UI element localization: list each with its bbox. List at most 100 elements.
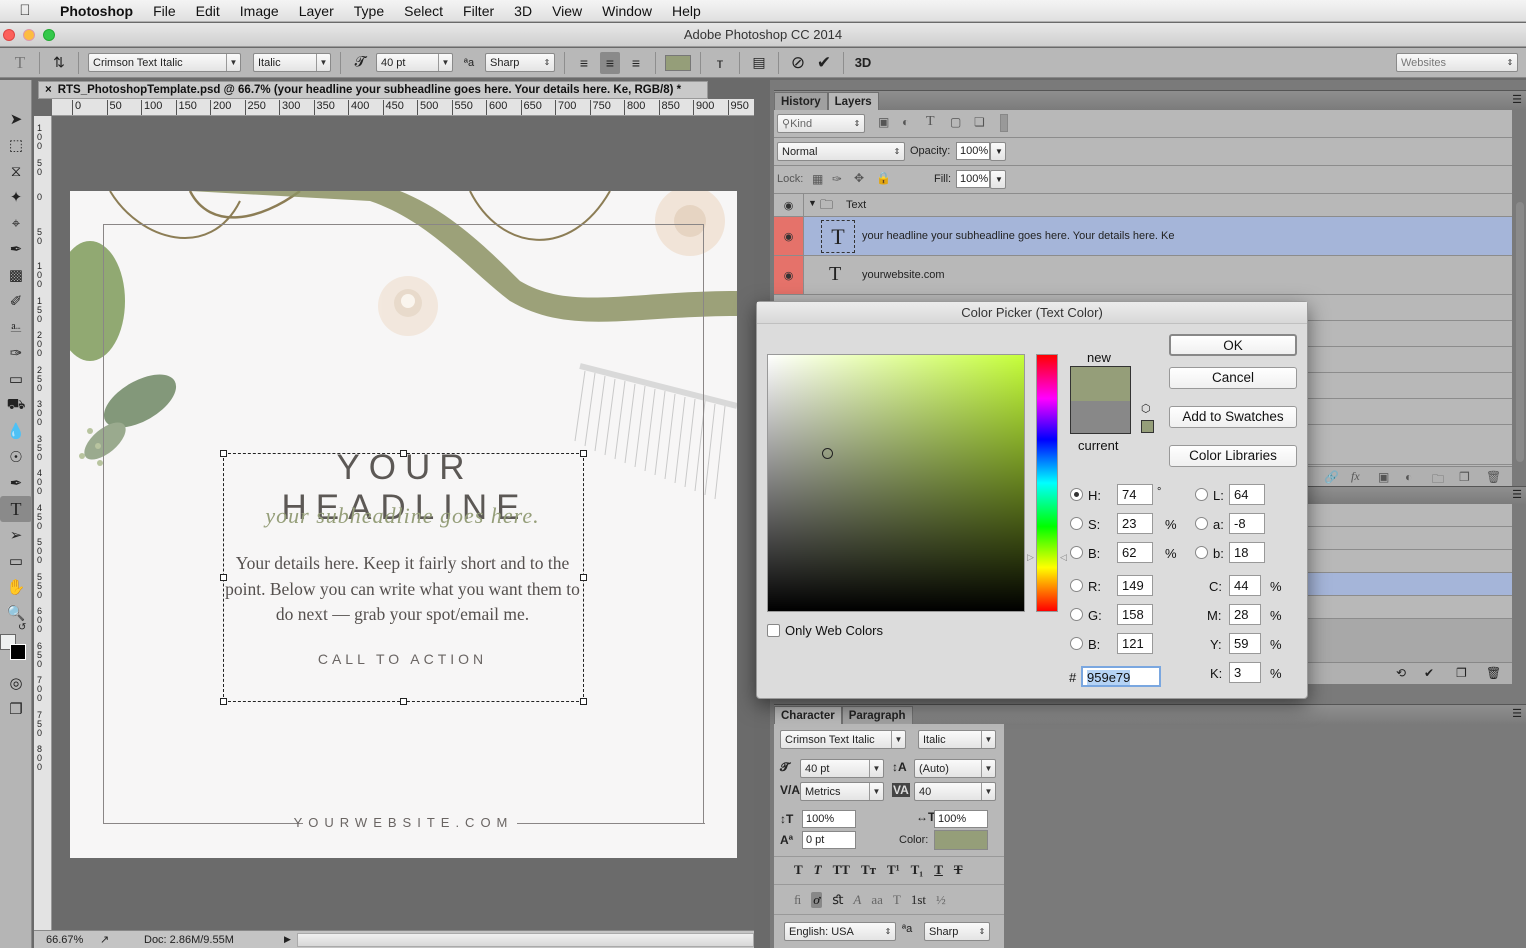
zoom-window-button[interactable] [43,29,55,41]
rectangle-tool[interactable]: ▭ [0,548,32,574]
menu-layer[interactable]: Layer [289,3,344,19]
layer-kind-filter[interactable]: ⚲ Kind ⇕ [777,114,865,133]
undo-icon[interactable]: ⟲ [1396,666,1406,680]
hex-input[interactable]: 959e79 [1081,666,1161,687]
cancel-button[interactable]: Cancel [1169,367,1297,389]
lab-a-radio[interactable] [1195,517,1208,530]
document-tab[interactable]: × RTS_PhotoshopTemplate.psd @ 66.7% (your… [38,81,708,99]
move-tool[interactable]: ➤ [0,106,32,132]
red-radio[interactable] [1070,579,1083,592]
checkmark-icon[interactable]: ✔ [1424,666,1434,680]
disclosure-triangle-icon[interactable]: ▼ [808,198,817,208]
web-safe-swatch[interactable] [1141,420,1154,433]
opacity-dropdown[interactable]: ▼ [990,142,1006,161]
hand-tool[interactable]: ✋ [0,574,32,600]
color-field[interactable] [767,354,1025,612]
stylistic-alternates-button[interactable]: aa [871,892,883,908]
color-field-cursor[interactable] [822,448,833,459]
dodge-tool[interactable]: ☉ [0,444,32,470]
blend-mode-select[interactable]: Normal ⇕ [777,142,905,161]
black-input[interactable]: 3 [1229,662,1261,683]
current-color-swatch[interactable] [1071,401,1130,433]
path-selection-tool[interactable]: ➢ [0,522,32,548]
hue-slider-right-arrow[interactable]: ◁ [1060,552,1067,563]
lock-all-icon[interactable]: 🔒 [876,171,891,185]
tab-layers[interactable]: Layers [827,92,879,110]
underline-button[interactable]: T [934,862,943,878]
close-tab-icon[interactable]: × [45,84,52,96]
layer-row-selected[interactable]: ◉ T your headline your subheadline goes … [774,217,1512,256]
text-color-swatch[interactable] [665,54,691,71]
zoom-tool[interactable]: 🔍 [0,600,32,626]
lock-transparent-icon[interactable]: ▦ [812,172,823,186]
discretionary-ligatures-button[interactable]: ơ [811,892,823,908]
handle[interactable] [580,698,587,705]
language-select[interactable]: English: USA ⇕ [784,922,896,941]
handle[interactable] [580,574,587,581]
align-right-icon[interactable]: ≡ [626,52,646,74]
menu-file[interactable]: File [143,3,186,19]
lock-move-icon[interactable]: ✥ [854,171,864,185]
menu-select[interactable]: Select [394,3,453,19]
antialias-select[interactable]: Sharp ⇕ [485,53,555,72]
menu-help[interactable]: Help [662,3,711,19]
marquee-tool[interactable]: ⬚ [0,132,32,158]
handle[interactable] [580,450,587,457]
share-icon[interactable]: ↗ [94,933,144,946]
blur-tool[interactable]: 💧 [0,418,32,444]
tab-paragraph[interactable]: Paragraph [841,706,913,724]
panel-menu-icon[interactable]: ☰ [1512,707,1522,720]
cyan-input[interactable]: 44 [1229,575,1261,596]
char-font-family-select[interactable]: Crimson Text Italic ▼ [780,730,906,749]
handle[interactable] [400,450,407,457]
adjustment-icon[interactable]: ◐ [1405,470,1412,484]
filter-toggle[interactable] [1000,114,1008,132]
brush-tool[interactable]: ✐ [0,288,32,314]
ok-button[interactable]: OK [1169,334,1297,356]
color-libraries-button[interactable]: Color Libraries [1169,445,1297,467]
handle[interactable] [220,450,227,457]
lab-b-input[interactable]: 18 [1229,542,1265,563]
type-tool-preset-icon[interactable]: T [10,52,30,74]
lock-paint-icon[interactable]: ✑ [832,172,842,186]
eraser-tool[interactable]: ▭ [0,366,32,392]
add-to-swatches-button[interactable]: Add to Swatches [1169,406,1297,428]
new-snapshot-icon[interactable]: ❐ [1456,666,1467,680]
hue-slider-left-arrow[interactable]: ▷ [1027,552,1034,563]
green-radio[interactable] [1070,608,1083,621]
fill-input[interactable]: 100% [956,170,990,188]
char-leading-select[interactable]: (Auto) ▼ [914,759,996,778]
char-size-select[interactable]: 40 pt ▼ [800,759,884,778]
zoom-level[interactable]: 66.67% [34,934,94,946]
opacity-input[interactable]: 100% [956,142,990,160]
paint-bucket-tool[interactable]: ⛟ [0,392,32,418]
screen-mode-button[interactable]: ❐ [0,696,32,722]
font-style-select[interactable]: Italic ▼ [253,53,331,72]
handle[interactable] [220,698,227,705]
commit-edit-icon[interactable]: ✔ [814,52,834,74]
blue-input[interactable]: 121 [1117,633,1153,654]
blue-radio[interactable] [1070,637,1083,650]
yellow-input[interactable]: 59 [1229,633,1261,654]
menu-view[interactable]: View [542,3,592,19]
ordinals-button[interactable]: 1st [911,892,926,908]
history-brush-tool[interactable]: ✑ [0,340,32,366]
tab-history[interactable]: History [774,92,828,110]
filter-adjustment-icon[interactable]: ◐ [902,115,909,129]
link-icon[interactable]: 🔗 [1324,470,1339,484]
lab-b-radio[interactable] [1195,546,1208,559]
green-input[interactable]: 158 [1117,604,1153,625]
hue-radio[interactable] [1070,488,1083,501]
filter-type-icon[interactable]: T [926,114,935,130]
swash-button[interactable]: A [853,892,861,908]
superscript-button[interactable]: T¹ [887,862,900,878]
char-baseline-input[interactable]: 0 pt [802,831,856,849]
layer-row-group[interactable]: ◉ ▼ 🗀 Text [774,194,1512,217]
quick-mask-button[interactable]: ◎ [0,670,32,696]
visibility-eye-icon[interactable]: ◉ [774,194,804,216]
eyedropper-tool[interactable]: ✒ [0,236,32,262]
status-menu-arrow-icon[interactable]: ▶ [284,934,291,945]
titling-button[interactable]: T [893,892,901,908]
all-caps-button[interactable]: TT [833,862,850,878]
fill-dropdown[interactable]: ▼ [990,170,1006,189]
